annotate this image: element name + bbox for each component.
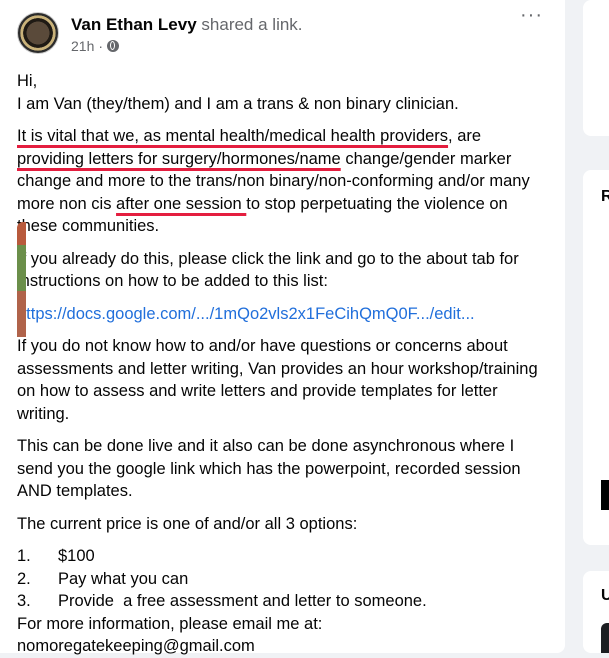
post-header: Van Ethan Levy shared a link. 21h · <box>17 12 557 56</box>
post-paragraph: The current price is one of and/or all 3… <box>17 514 358 533</box>
post-meta: 21h · <box>71 38 120 54</box>
list-item: 1. $100 <box>17 547 95 565</box>
options-list: 1. $100 2. Pay what you can 3. Provide a fr… <box>17 545 552 613</box>
post-action: shared a link. <box>201 15 303 34</box>
sidebar-marker <box>601 480 609 510</box>
contact-line: For more information, please email me at… <box>17 614 323 633</box>
shared-link: https://docs.google.com/.../1mQo2vls2x1F… <box>17 303 552 326</box>
post-body: Hi, I am Van (they/them) and I am a tran… <box>17 70 552 658</box>
post-time[interactable]: 21h <box>71 38 94 54</box>
list-item: 3. Provide a free assessment and letter t… <box>17 592 427 610</box>
post-paragraph: If you already do this, please click the… <box>17 249 519 291</box>
post-paragraph: This can be done live and it also can be… <box>17 437 521 500</box>
post-paragraph: It is vital that we, as mental health/me… <box>17 127 530 235</box>
sidebar-image[interactable] <box>17 222 26 337</box>
list-item: 2. Pay what you can <box>17 569 189 588</box>
document-link[interactable]: https://docs.google.com/.../1mQo2vls2x1F… <box>17 305 475 323</box>
post-paragraph: If you do not know how to and/or have qu… <box>17 337 538 423</box>
more-options-icon[interactable]: ··· <box>520 5 543 25</box>
author-line: Van Ethan Levy shared a link. <box>71 15 303 35</box>
author-name[interactable]: Van Ethan Levy <box>71 15 197 34</box>
sidebar-thumbnail[interactable] <box>601 623 609 653</box>
right-sidebar-card <box>583 0 609 136</box>
card-heading-letter: U <box>601 587 609 604</box>
post-paragraph: Hi, I am Van (they/them) and I am a tran… <box>17 72 459 113</box>
contact-email: nomoregatekeeping@gmail.com <box>17 637 255 655</box>
author-avatar[interactable] <box>17 12 59 54</box>
globe-icon <box>107 40 120 52</box>
post-card: Van Ethan Levy shared a link. 21h · ··· … <box>0 0 565 655</box>
card-heading-letter: R <box>601 188 609 205</box>
